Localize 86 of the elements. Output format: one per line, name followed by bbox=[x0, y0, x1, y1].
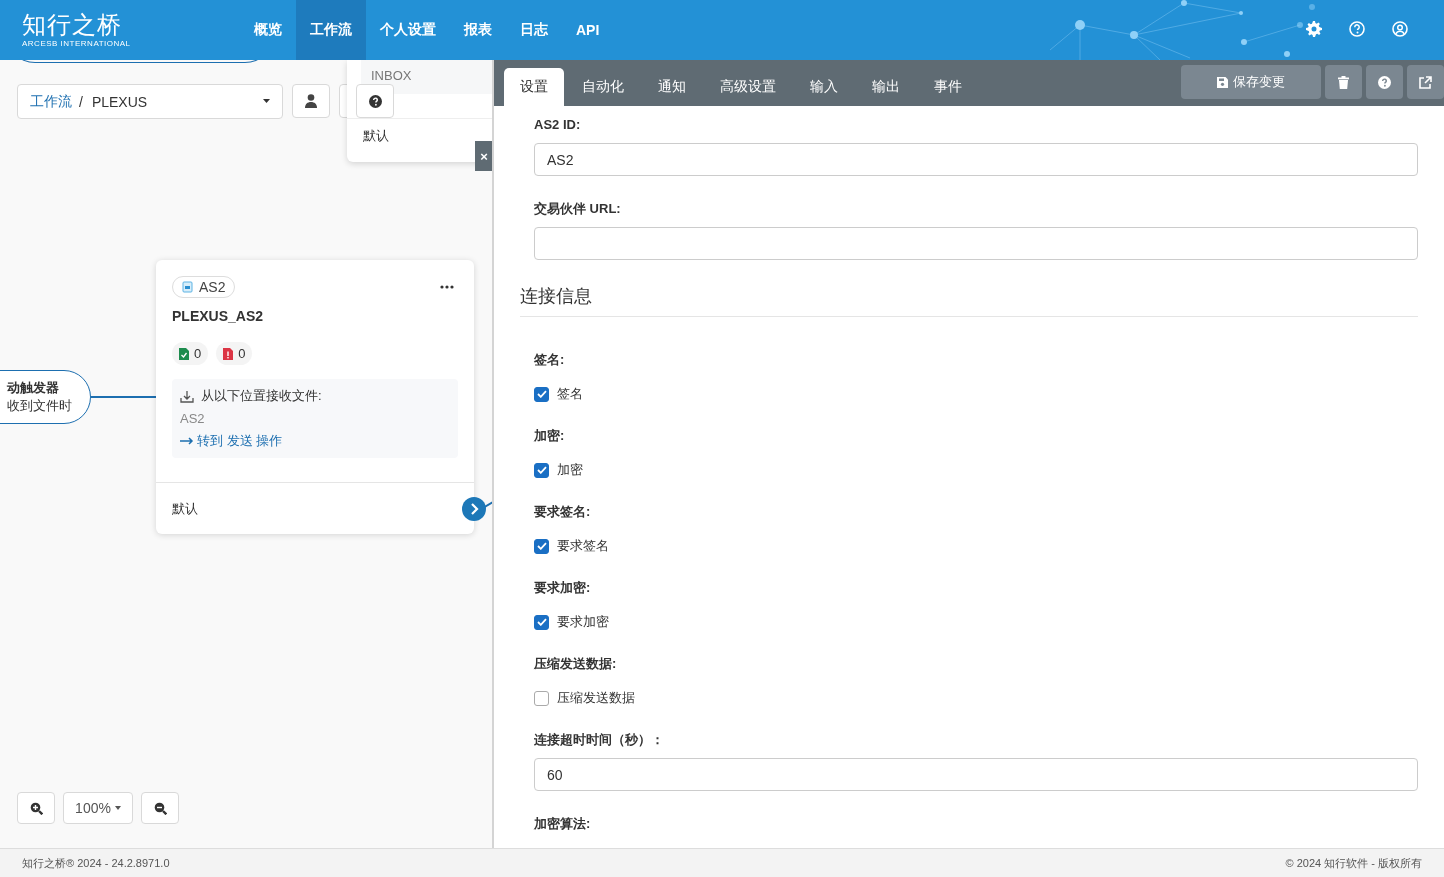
input-field[interactable]: 60 bbox=[534, 758, 1418, 791]
user-icon[interactable] bbox=[1392, 21, 1408, 37]
field-label: 加密算法: bbox=[534, 815, 592, 833]
checkbox[interactable] bbox=[534, 614, 549, 630]
checkbox[interactable] bbox=[534, 386, 549, 402]
receive-source: AS2 bbox=[180, 411, 206, 426]
external-link-button[interactable] bbox=[1407, 65, 1444, 99]
checkbox-label[interactable]: 压缩发送数据 bbox=[557, 689, 635, 707]
tab[interactable]: 高级设置 bbox=[704, 68, 792, 106]
help-icon bbox=[368, 94, 382, 108]
tab[interactable]: 通知 bbox=[642, 68, 702, 106]
checkbox-label[interactable]: 要求签名 bbox=[557, 537, 609, 555]
connector-name: PLEXUS_AS2 bbox=[172, 308, 265, 324]
input-field[interactable] bbox=[534, 227, 1418, 260]
checkbox[interactable] bbox=[534, 690, 549, 706]
connector-line bbox=[91, 395, 157, 399]
nav-item[interactable]: 日志 bbox=[506, 0, 562, 60]
nav-item[interactable]: 概览 bbox=[240, 0, 296, 60]
field-label: 签名: bbox=[534, 351, 566, 369]
zoom-out-button[interactable] bbox=[141, 792, 179, 824]
section-heading: 连接信息 bbox=[520, 285, 592, 308]
help-icon bbox=[1378, 75, 1391, 89]
file-check-icon bbox=[179, 347, 189, 360]
breadcrumb-separator: / bbox=[79, 93, 83, 110]
settings-icon[interactable] bbox=[1306, 21, 1322, 37]
input-field[interactable]: AS2 bbox=[534, 143, 1418, 176]
goto-link[interactable]: 转到 发送 操作 bbox=[180, 432, 450, 450]
output-label: 默认 bbox=[172, 499, 198, 518]
zoom-in-button[interactable] bbox=[17, 792, 55, 824]
nav-item[interactable]: 报表 bbox=[450, 0, 506, 60]
trash-icon bbox=[1338, 75, 1349, 89]
zoom-in-icon bbox=[29, 801, 43, 815]
delete-button[interactable] bbox=[1325, 65, 1362, 99]
field-label: 压缩发送数据: bbox=[534, 655, 618, 673]
field-label: 加密: bbox=[534, 427, 566, 445]
nav-item[interactable]: 个人设置 bbox=[366, 0, 450, 60]
tab[interactable]: 事件 bbox=[918, 68, 978, 106]
download-icon bbox=[180, 389, 194, 403]
help-button[interactable] bbox=[356, 84, 394, 118]
user-button[interactable] bbox=[292, 84, 330, 118]
tab[interactable]: 自动化 bbox=[566, 68, 640, 106]
trigger-title: 动触发器 bbox=[7, 379, 59, 397]
checkbox-label[interactable]: 加密 bbox=[557, 461, 583, 479]
checkbox-label[interactable]: 要求加密 bbox=[557, 613, 609, 631]
checkbox-label[interactable]: 签名 bbox=[557, 385, 583, 403]
success-count[interactable]: 0 bbox=[172, 342, 209, 365]
menu-item[interactable]: INBOX bbox=[361, 60, 492, 94]
logo[interactable]: 知行之桥 ARCESB INTERNATIONAL bbox=[0, 11, 240, 49]
connector-card[interactable]: AS2 PLEXUS_AS2 0 0 从以下位置接收文件: AS2 转到 发送 操作 默认 bbox=[156, 260, 474, 534]
tab[interactable]: 输出 bbox=[856, 68, 916, 106]
field-label: 要求加密: bbox=[534, 579, 592, 597]
tab[interactable]: 输入 bbox=[794, 68, 854, 106]
checkbox[interactable] bbox=[534, 538, 549, 554]
trigger-subtitle: 收到文件时 bbox=[7, 397, 72, 415]
receive-label: 从以下位置接收文件: bbox=[201, 387, 322, 405]
nav-item[interactable]: API bbox=[562, 0, 614, 60]
badge-label: AS2 bbox=[199, 279, 226, 295]
file-icon bbox=[182, 281, 193, 293]
caret-icon bbox=[263, 99, 270, 103]
copyright-text: © 2024 知行软件 - 版权所有 bbox=[1285, 855, 1422, 871]
error-count[interactable]: 0 bbox=[216, 342, 253, 365]
checkbox[interactable] bbox=[534, 462, 549, 478]
zoom-level-dropdown[interactable]: 100% bbox=[63, 792, 133, 824]
field-label: AS2 ID: bbox=[534, 116, 582, 134]
user-icon bbox=[305, 94, 317, 108]
close-button[interactable]: × bbox=[475, 141, 492, 171]
more-icon[interactable] bbox=[440, 285, 454, 289]
save-button[interactable]: 保存变更 bbox=[1181, 65, 1321, 99]
field-label: 连接超时时间（秒）： bbox=[534, 731, 665, 749]
file-error-icon bbox=[223, 347, 234, 360]
zoom-out-icon bbox=[153, 801, 167, 815]
tab[interactable]: 设置 bbox=[504, 68, 564, 106]
nav-item[interactable]: 工作流 bbox=[296, 0, 366, 60]
field-label: 交易伙伴 URL: bbox=[534, 200, 622, 218]
arrow-icon bbox=[180, 437, 194, 445]
help-icon[interactable] bbox=[1349, 21, 1365, 37]
breadcrumb-link[interactable]: 工作流 bbox=[30, 92, 72, 111]
save-icon bbox=[1217, 76, 1228, 88]
version-text: 知行之桥® 2024 - 24.2.8971.0 bbox=[22, 855, 170, 871]
trigger-node[interactable]: 动触发器 收到文件时 bbox=[0, 370, 91, 424]
breadcrumb-dropdown[interactable]: 工作流 / PLEXUS bbox=[17, 84, 283, 119]
chevron-icon[interactable] bbox=[462, 497, 486, 521]
breadcrumb-current: PLEXUS bbox=[91, 93, 148, 110]
external-link-icon bbox=[1419, 75, 1432, 89]
caret-icon bbox=[114, 806, 121, 810]
field-label: 要求签名: bbox=[534, 503, 592, 521]
